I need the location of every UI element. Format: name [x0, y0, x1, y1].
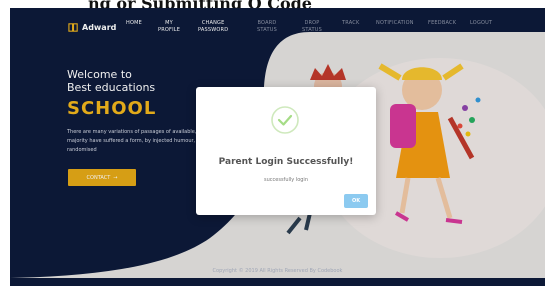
modal-message: successfully login [264, 177, 308, 183]
success-modal: Parent Login Successfully! successfully … [196, 87, 376, 215]
modal-title: Parent Login Successfully! [218, 157, 354, 167]
browser-viewport: Adward HOME MY PROFILE CHANGE PASSWORD BOA… [10, 8, 545, 286]
success-check-icon [271, 106, 299, 134]
ok-button[interactable]: OK [344, 194, 368, 208]
